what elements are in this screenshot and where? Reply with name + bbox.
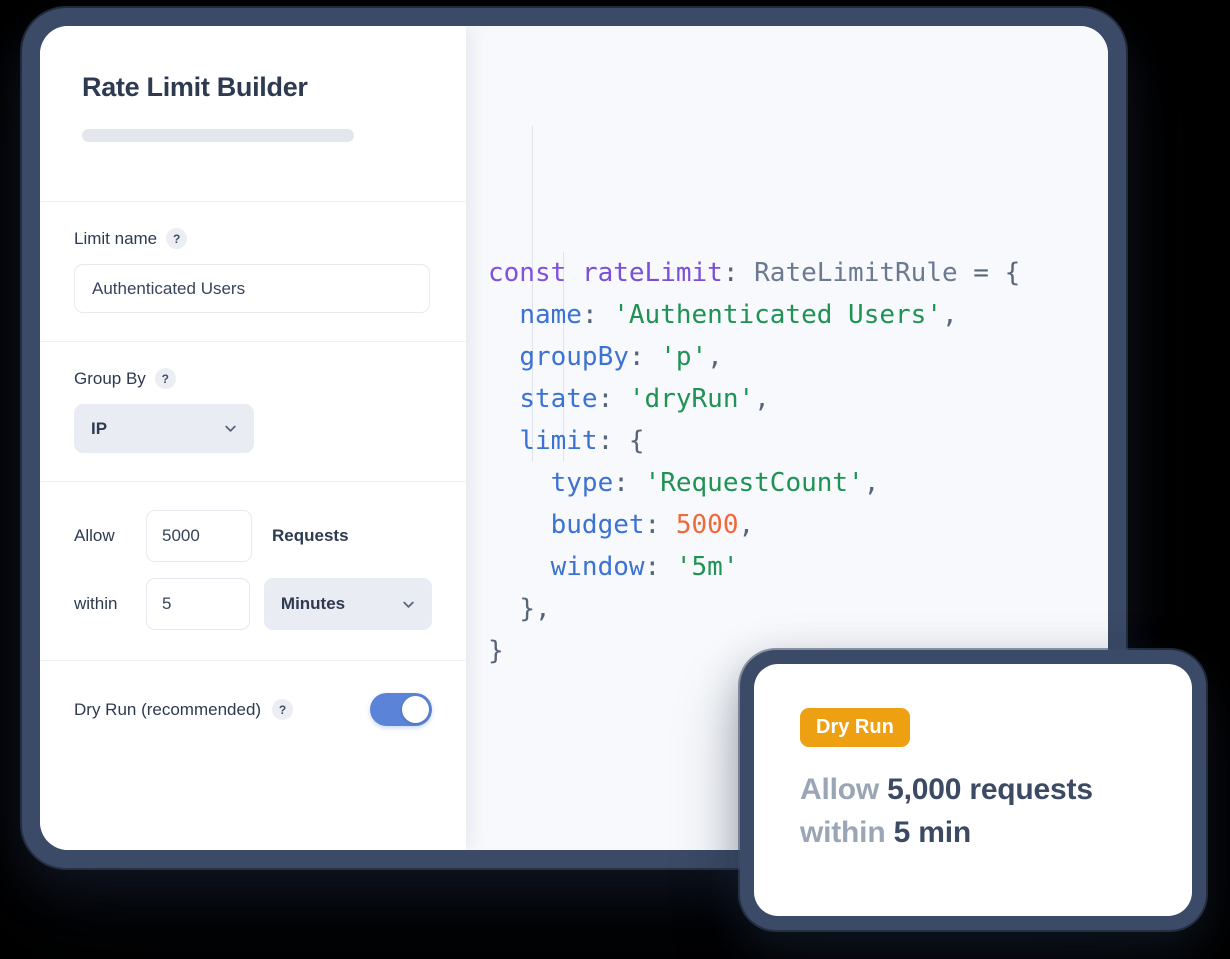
code-line: type: 'RequestCount', [488, 462, 1108, 504]
limit-name-input[interactable]: Authenticated Users [74, 264, 430, 313]
dry-run-row: Dry Run (recommended) ? [74, 693, 432, 726]
code-token: : [581, 300, 614, 330]
summary-line1-strong: 5,000 requests [887, 773, 1093, 806]
code-token: = { [957, 258, 1021, 288]
code-token: RateLimitRule [754, 258, 958, 288]
code-line: const rateLimit: RateLimitRule = { [488, 252, 1108, 294]
code-token: 'RequestCount' [644, 468, 864, 498]
summary-line2-strong: 5 min [893, 815, 972, 849]
section-limit-name: Limit name ? Authenticated Users [40, 202, 466, 342]
code-line: name: 'Authenticated Users', [488, 294, 1108, 336]
request-count-value: 5000 [162, 526, 200, 545]
code-token: : [644, 510, 676, 540]
within-row: within 5 Minutes [74, 578, 432, 630]
code-token: 'dryRun' [628, 384, 755, 414]
window-value: 5 [162, 594, 172, 613]
allow-row: Allow 5000 Requests [74, 510, 432, 562]
help-icon[interactable]: ? [166, 228, 188, 249]
code-token: , [863, 468, 880, 498]
group-by-value: IP [91, 418, 108, 438]
code-token: , [707, 342, 723, 372]
code-token: , [941, 300, 958, 330]
window-unit-select[interactable]: Minutes [263, 578, 432, 630]
code-token: name [519, 300, 582, 330]
limit-name-label-row: Limit name ? [74, 228, 432, 249]
code-token: groupBy [519, 342, 629, 372]
group-by-label: Group By [74, 368, 146, 388]
dry-run-toggle[interactable] [370, 693, 432, 726]
code-token: type [550, 468, 614, 498]
page-title: Rate Limit Builder [82, 72, 308, 102]
code-token: '5m' [675, 552, 739, 582]
rate-limit-builder-panel: Rate Limit Builder Limit name ? Authenti… [40, 26, 466, 850]
request-count-input[interactable]: 5000 [146, 510, 252, 562]
summary-text: Allow 5,000 requests within 5 min [800, 769, 1093, 854]
requests-unit-label: Requests [272, 526, 349, 545]
code-token: const [488, 258, 567, 288]
code-line: state: 'dryRun', [488, 378, 1108, 420]
code-token: }, [519, 594, 551, 624]
code-line: budget: 5000, [488, 504, 1108, 546]
window-value-input[interactable]: 5 [146, 578, 250, 630]
code-token: : { [597, 426, 645, 456]
limit-name-value: Authenticated Users [92, 278, 246, 298]
dry-run-label: Dry Run (recommended) [74, 699, 262, 719]
code-token: : [597, 384, 629, 414]
code-lines: const rateLimit: RateLimitRule = { name:… [488, 252, 1108, 672]
code-token: 5000 [675, 510, 739, 540]
code-token: window [550, 552, 645, 582]
toggle-knob [402, 696, 429, 723]
summary-line2-prefix: within [800, 815, 894, 849]
limit-name-label: Limit name [74, 228, 158, 248]
code-token: : [613, 468, 645, 498]
code-line: limit: { [488, 420, 1108, 462]
group-by-label-row: Group By ? [74, 368, 432, 389]
summary-line1-prefix: Allow [800, 773, 888, 806]
code-token: state [519, 384, 598, 414]
window-unit-value: Minutes [280, 594, 346, 613]
section-rate-limits: Allow 5000 Requests within 5 Minutes [40, 482, 466, 661]
panel-header: Rate Limit Builder [40, 26, 466, 202]
help-icon[interactable]: ? [272, 699, 294, 720]
allow-label: Allow [74, 526, 115, 545]
code-token: rateLimit [581, 258, 723, 288]
summary-card-frame: Dry Run Allow 5,000 requests within 5 mi… [740, 650, 1206, 930]
code-token: , [754, 384, 770, 414]
code-token: : [722, 258, 755, 288]
chevron-down-icon [402, 598, 415, 611]
group-by-select[interactable]: IP [74, 404, 254, 453]
code-token: : [644, 552, 676, 582]
code-token: } [488, 636, 504, 666]
code-line: }, [488, 588, 1108, 630]
chevron-down-icon [224, 422, 237, 435]
within-label: within [74, 594, 118, 613]
status-badge: Dry Run [800, 708, 910, 747]
code-token: , [738, 510, 755, 540]
code-token: budget [550, 510, 645, 540]
section-group-by: Group By ? IP [40, 342, 466, 482]
code-token: 'p' [660, 342, 708, 372]
help-icon[interactable]: ? [154, 368, 176, 389]
code-token: 'Authenticated Users' [613, 300, 942, 330]
summary-card: Dry Run Allow 5,000 requests within 5 mi… [754, 664, 1192, 916]
section-dry-run: Dry Run (recommended) ? [40, 661, 466, 850]
code-token: limit [519, 426, 598, 456]
code-line: groupBy: 'p', [488, 336, 1108, 378]
code-line: window: '5m' [488, 546, 1108, 588]
code-token: : [628, 342, 661, 372]
title-placeholder-bar [82, 129, 354, 142]
